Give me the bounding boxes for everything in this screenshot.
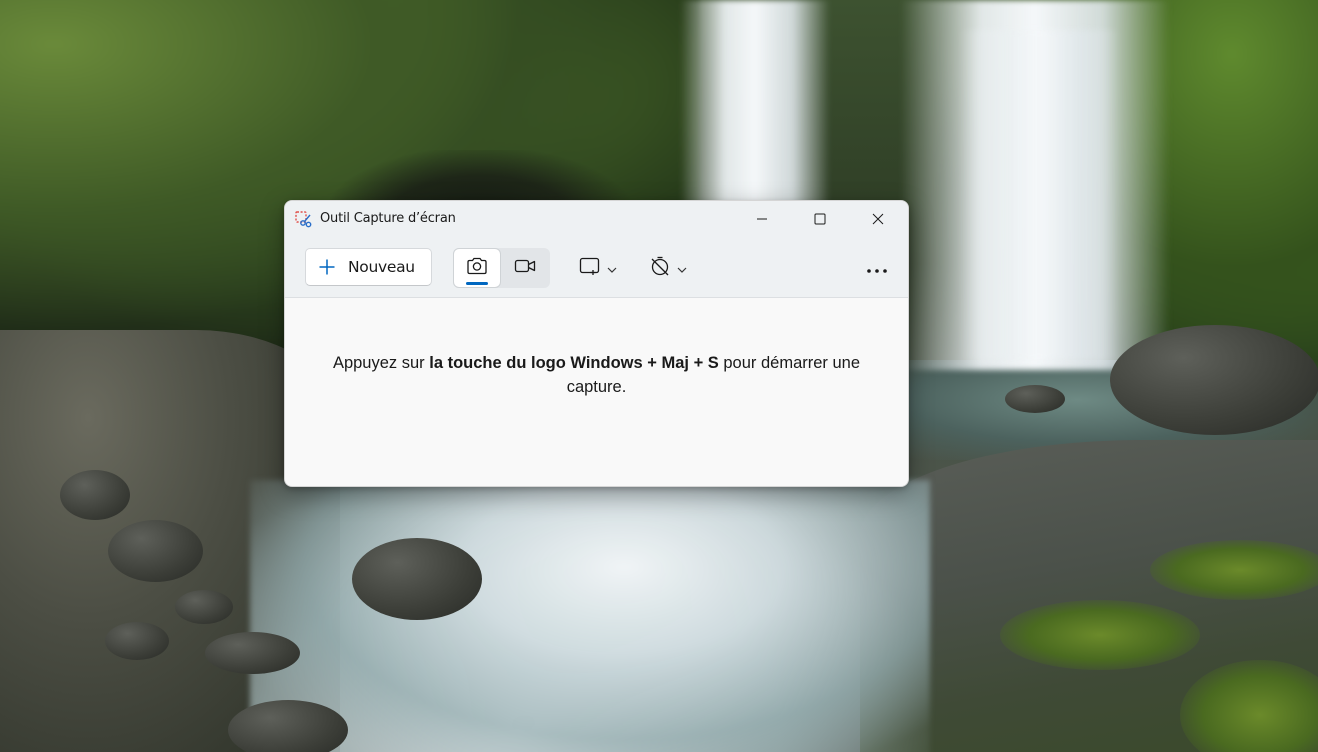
wallpaper-rock <box>108 520 203 582</box>
new-capture-label: Nouveau <box>348 258 415 276</box>
window-title: Outil Capture d’écran <box>320 211 456 226</box>
shortcut-hint: Appuyez sur la touche du logo Windows + … <box>305 351 888 399</box>
capture-mode-switch <box>453 248 550 288</box>
snip-shape-dropdown[interactable] <box>573 248 621 288</box>
wallpaper-rock <box>1110 325 1318 435</box>
snipping-tool-icon <box>295 211 313 229</box>
more-ellipsis-icon <box>866 259 888 278</box>
wallpaper-stream <box>250 480 930 752</box>
minimize-button[interactable] <box>733 201 791 237</box>
chevron-down-icon <box>607 259 617 278</box>
screenshot-mode-button[interactable] <box>453 248 501 288</box>
maximize-icon <box>814 210 826 229</box>
record-mode-button[interactable] <box>501 248 549 288</box>
maximize-button[interactable] <box>791 201 849 237</box>
no-delay-timer-icon <box>649 255 671 281</box>
wallpaper-rock <box>175 590 233 624</box>
delay-timer-dropdown[interactable] <box>643 248 691 288</box>
close-icon <box>872 210 884 229</box>
hint-shortcut-keys: la touche du logo Windows + Maj + S <box>429 354 719 372</box>
video-camera-icon <box>514 257 536 279</box>
wallpaper-rock <box>105 622 169 660</box>
snipping-tool-window: Outil Capture d’écran Nouveau Appuyez su… <box>284 200 909 487</box>
toolbar: Nouveau <box>285 237 908 298</box>
wallpaper-rock <box>60 470 130 520</box>
wallpaper-rock <box>352 538 482 620</box>
wallpaper-moss <box>1150 540 1318 600</box>
close-button[interactable] <box>849 201 907 237</box>
wallpaper-waterfall-left <box>680 0 830 210</box>
camera-icon <box>466 256 488 280</box>
new-capture-button[interactable]: Nouveau <box>305 248 432 286</box>
minimize-icon <box>756 210 768 229</box>
title-bar[interactable]: Outil Capture d’écran <box>285 201 908 237</box>
selected-mode-indicator <box>466 282 488 285</box>
wallpaper-moss <box>1000 600 1200 670</box>
wallpaper-rock <box>1005 385 1065 413</box>
wallpaper-rock <box>228 700 348 752</box>
wallpaper-waterfall-right-core <box>960 30 1120 360</box>
rectangle-snip-icon <box>579 256 601 280</box>
wallpaper-rock <box>205 632 300 674</box>
more-options-button[interactable] <box>859 248 895 288</box>
chevron-down-icon <box>677 259 687 278</box>
hint-text-before: Appuyez sur <box>332 354 430 372</box>
capture-area: Appuyez sur la touche du logo Windows + … <box>285 298 908 486</box>
plus-icon <box>318 258 336 276</box>
